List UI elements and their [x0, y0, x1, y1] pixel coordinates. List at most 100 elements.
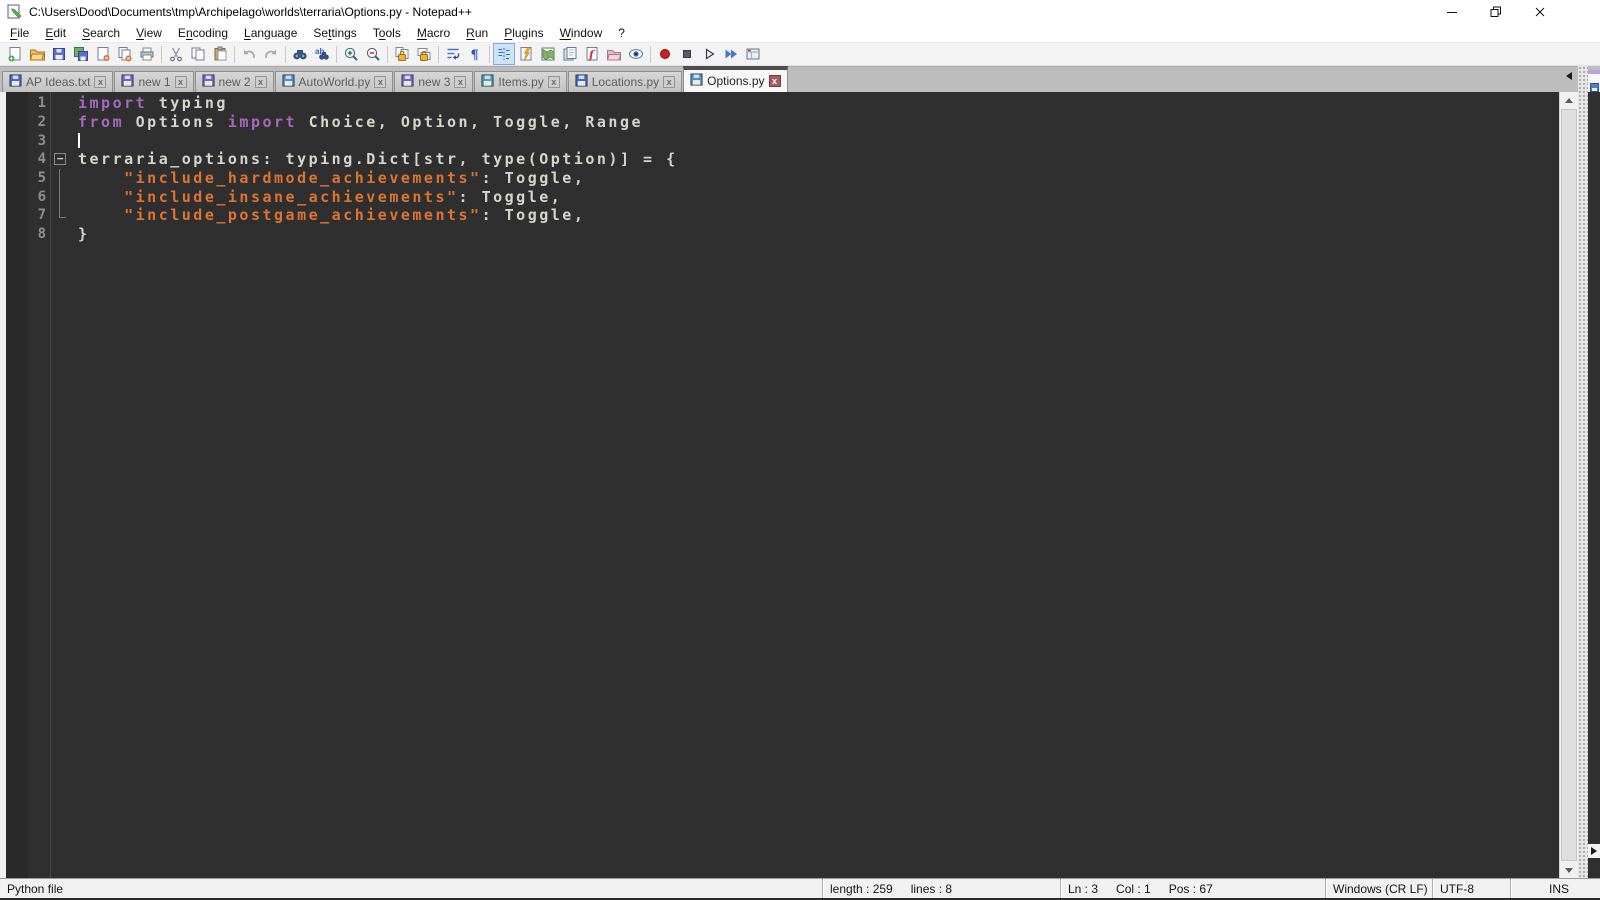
code-editor[interactable]: 1 import typing 2 from Options import Choic… [6, 92, 1559, 878]
macro-playback-icon[interactable] [698, 43, 720, 65]
menu-item-plugins[interactable]: Plugins [496, 25, 551, 41]
code-token: : Toggle, [458, 187, 563, 206]
code-line-5[interactable]: 5 "include_hardmode_achievements": Toggl… [6, 168, 1559, 188]
menu-item-view[interactable]: View [128, 25, 170, 41]
menu-item-macro[interactable]: Macro [409, 25, 458, 41]
document-switcher-icon[interactable] [559, 43, 581, 65]
tab-options-py[interactable]: Options.py x [683, 66, 788, 92]
restore-button[interactable] [1474, 0, 1518, 24]
status-encoding: UTF-8 [1432, 879, 1510, 898]
macro-run-multiple-icon[interactable] [720, 43, 742, 65]
code-line-1[interactable]: 1 import typing [6, 94, 1559, 113]
code-token: import [78, 94, 148, 113]
tab-new-1[interactable]: new 1x [114, 71, 194, 92]
paste-icon[interactable] [209, 43, 231, 65]
tab-autoworld-py[interactable]: AutoWorld.py x [274, 71, 394, 92]
menu-item-search[interactable]: Search [74, 25, 128, 41]
toolbar: ab ¶ f [0, 42, 1600, 66]
toolbar-separator [285, 45, 286, 63]
tab-close-icon[interactable]: x [94, 76, 107, 88]
status-insert-mode[interactable]: INS [1510, 879, 1600, 898]
document-map-icon[interactable] [537, 43, 559, 65]
tab-ap-ideas-txt[interactable]: AP Ideas.txt x [2, 71, 114, 92]
zoom-in-icon[interactable] [340, 43, 362, 65]
menu-item-edit[interactable]: Edit [37, 25, 74, 41]
code-token: "include_hardmode_achievements" [124, 169, 482, 188]
tab-locations-py[interactable]: Locations.py x [567, 71, 683, 92]
tab-new-3[interactable]: new 3x [394, 71, 474, 92]
scroll-down-icon[interactable] [1560, 862, 1578, 878]
zoom-out-icon[interactable] [362, 43, 384, 65]
code-line-6[interactable]: 6 "include_insane_achievements": Toggle, [6, 187, 1559, 206]
line-number: 4 [37, 151, 46, 168]
new-file-icon[interactable] [4, 43, 26, 65]
copy-icon[interactable] [187, 43, 209, 65]
tab-close-icon[interactable]: x [454, 76, 467, 88]
code-line-3[interactable]: 3 [6, 131, 1559, 150]
menu-item-tools[interactable]: Tools [365, 25, 409, 41]
tab-close-icon[interactable]: x [174, 76, 187, 88]
macro-record-icon[interactable] [654, 43, 676, 65]
undo-icon[interactable] [238, 43, 260, 65]
close-button[interactable] [1518, 0, 1562, 24]
code-token: } [78, 225, 90, 244]
scroll-right-icon[interactable] [1591, 847, 1597, 855]
code-line-8[interactable]: 8} [6, 225, 1559, 244]
function-completion-icon[interactable] [515, 43, 537, 65]
tab-items-py[interactable]: Items.py x [474, 71, 567, 92]
tab-close-icon[interactable]: x [547, 76, 560, 88]
macro-save-icon[interactable] [742, 43, 764, 65]
save-icon[interactable] [48, 43, 70, 65]
vertical-scrollbar[interactable] [1559, 92, 1578, 878]
pos-label: Pos : 67 [1168, 881, 1213, 896]
folder-as-workspace-icon[interactable] [603, 43, 625, 65]
tab-close-icon[interactable]: x [254, 76, 267, 88]
macro-stop-icon[interactable] [676, 43, 698, 65]
tab-close-icon[interactable]: x [768, 75, 781, 87]
replace-icon[interactable]: ab [311, 43, 333, 65]
sync-horizontal-scrolling-icon[interactable] [413, 43, 435, 65]
menu-item-language[interactable]: Language [236, 25, 305, 41]
second-view-active-tab[interactable] [1588, 70, 1600, 92]
tab-new-2[interactable]: new 2x [194, 71, 274, 92]
file-monitoring-icon[interactable] [625, 43, 647, 65]
tab-scroll-left-icon[interactable] [1566, 72, 1572, 80]
fold-collapse-icon[interactable]: − [54, 153, 66, 166]
toolbar-separator [336, 45, 337, 63]
tab-close-icon[interactable]: x [663, 76, 676, 88]
tab-close-icon[interactable]: x [374, 76, 387, 88]
save-all-icon[interactable] [70, 43, 92, 65]
code-line-4[interactable]: 4− terraria_options: typing.Dict[str, typ… [6, 150, 1559, 169]
find-icon[interactable] [289, 43, 311, 65]
close-icon[interactable] [92, 43, 114, 65]
toolbar-separator [161, 45, 162, 63]
floppy-icon [575, 74, 588, 90]
show-all-characters-icon[interactable]: ¶ [464, 43, 486, 65]
print-icon[interactable] [136, 43, 158, 65]
scroll-up-icon[interactable] [1560, 92, 1578, 108]
menu-item-encoding[interactable]: Encoding [170, 25, 236, 41]
word-wrap-icon[interactable] [442, 43, 464, 65]
menu-item-window[interactable]: Window [552, 25, 611, 41]
scrollbar-thumb[interactable] [1561, 109, 1577, 861]
second-view-hscroll[interactable] [1588, 844, 1600, 858]
cut-icon[interactable] [165, 43, 187, 65]
show-indent-guide-icon[interactable] [493, 43, 515, 65]
sync-vertical-scrolling-icon[interactable] [391, 43, 413, 65]
close-all-icon[interactable] [114, 43, 136, 65]
redo-icon[interactable] [260, 43, 282, 65]
menu-item-settings[interactable]: Settings [305, 25, 364, 41]
minimize-button[interactable] [1430, 0, 1474, 24]
function-list-icon[interactable]: f [581, 43, 603, 65]
menu-item-file[interactable]: File [2, 25, 37, 41]
menu-item-run[interactable]: Run [458, 25, 496, 41]
code-text: "include_insane_achievements": Toggle, [72, 187, 1559, 206]
second-view-tabbar [1588, 66, 1600, 92]
view-splitter[interactable] [1578, 66, 1588, 878]
fold-margin-collapse[interactable]: − [50, 150, 72, 169]
open-file-icon[interactable] [26, 43, 48, 65]
menu-item-help[interactable]: ? [610, 25, 633, 41]
code-line-7[interactable]: 7 "include_postgame_achievements": Toggl… [6, 206, 1559, 225]
fold-margin [50, 206, 72, 225]
code-line-2[interactable]: 2 from Options import Choice, Option, Tog… [6, 113, 1559, 132]
